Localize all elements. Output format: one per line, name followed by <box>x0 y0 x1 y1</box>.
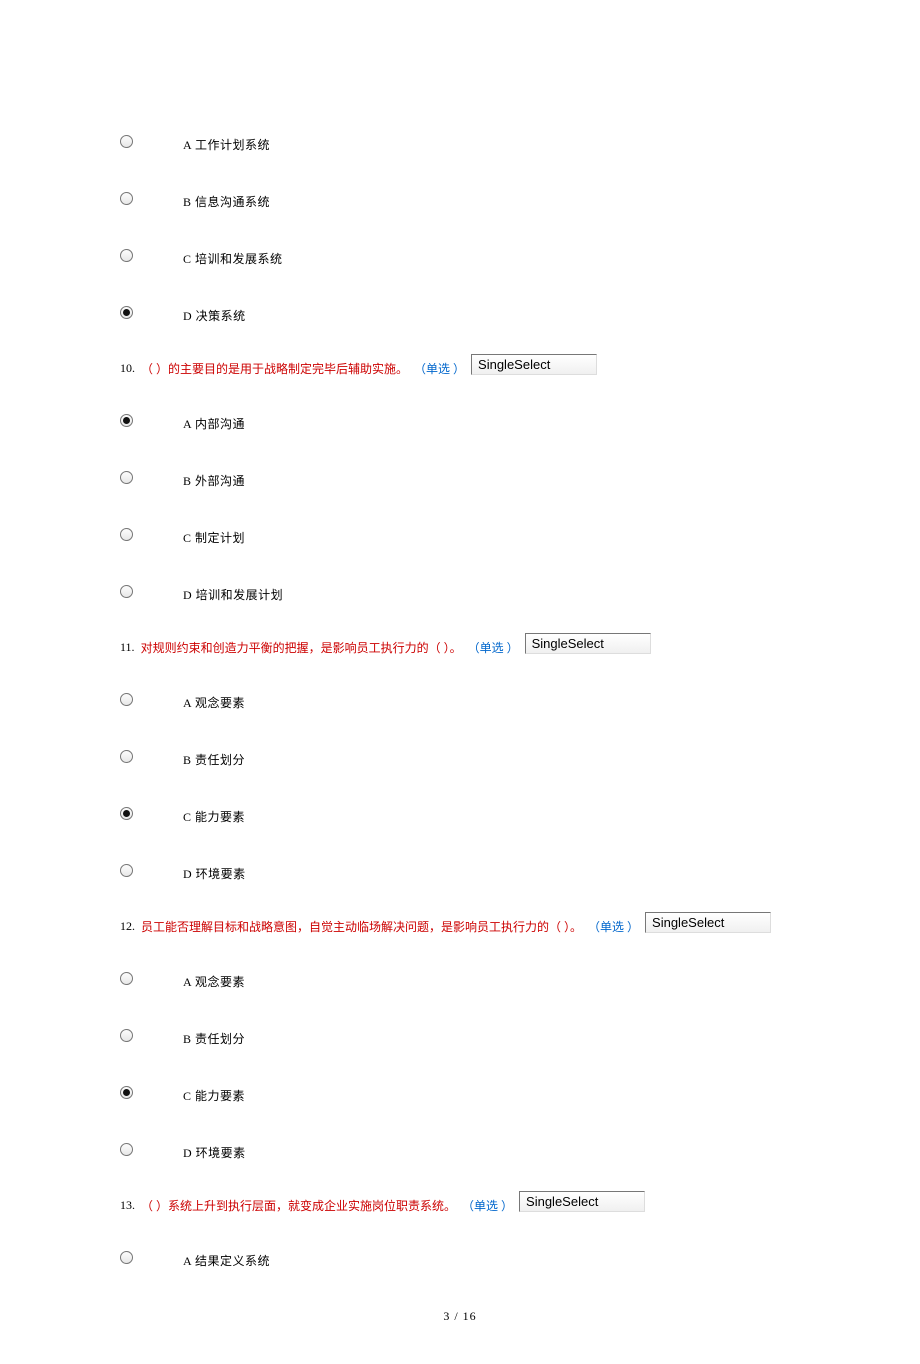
select-dropdown[interactable]: SingleSelect <box>525 633 651 654</box>
question-type: （单选 ） <box>414 360 465 377</box>
question-12: 12. 员工能否理解目标和战略意图，自觉主动临场解决问题，是影响员工执行力的（ … <box>120 916 800 937</box>
option-row: C 能力要素 <box>120 802 800 825</box>
option-row: D 决策系统 <box>120 301 800 324</box>
radio-button[interactable] <box>120 249 133 262</box>
radio-button[interactable] <box>120 585 133 598</box>
option-row: A 观念要素 <box>120 688 800 711</box>
question-11: 11. 对规则约束和创造力平衡的把握，是影响员工执行力的（ ）。 （单选 ） S… <box>120 637 800 658</box>
option-label: D 环境要素 <box>183 1138 246 1161</box>
option-label: A 工作计划系统 <box>183 130 270 153</box>
select-dropdown[interactable]: SingleSelect <box>471 354 597 375</box>
option-label: A 观念要素 <box>183 688 245 711</box>
option-row: D 环境要素 <box>120 1138 800 1161</box>
option-row: A 内部沟通 <box>120 409 800 432</box>
radio-button[interactable] <box>120 528 133 541</box>
option-row: A 观念要素 <box>120 967 800 990</box>
option-row: C 培训和发展系统 <box>120 244 800 267</box>
option-label: B 责任划分 <box>183 1024 245 1047</box>
option-row: C 制定计划 <box>120 523 800 546</box>
option-label: D 决策系统 <box>183 301 246 324</box>
option-label: D 环境要素 <box>183 859 246 882</box>
select-dropdown[interactable]: SingleSelect <box>645 912 771 933</box>
option-label: B 责任划分 <box>183 745 245 768</box>
radio-button[interactable] <box>120 864 133 877</box>
option-label: C 制定计划 <box>183 523 245 546</box>
option-label: C 能力要素 <box>183 1081 245 1104</box>
option-row: D 培训和发展计划 <box>120 580 800 603</box>
radio-button[interactable] <box>120 750 133 763</box>
option-label: A 结果定义系统 <box>183 1246 270 1269</box>
option-label: B 外部沟通 <box>183 466 245 489</box>
radio-button[interactable] <box>120 192 133 205</box>
option-label: A 内部沟通 <box>183 409 245 432</box>
option-row: B 责任划分 <box>120 745 800 768</box>
option-label: C 培训和发展系统 <box>183 244 283 267</box>
select-dropdown[interactable]: SingleSelect <box>519 1191 645 1212</box>
radio-button[interactable] <box>120 306 133 319</box>
question-type: （单选 ） <box>588 918 639 935</box>
radio-button[interactable] <box>120 972 133 985</box>
option-label: B 信息沟通系统 <box>183 187 270 210</box>
question-13: 13. （ ）系统上升到执行层面，就变成企业实施岗位职责系统。 （单选 ） Si… <box>120 1195 800 1216</box>
option-label: A 观念要素 <box>183 967 245 990</box>
page-footer: 3 / 16 <box>120 1309 800 1324</box>
option-row: B 责任划分 <box>120 1024 800 1047</box>
option-row: A 工作计划系统 <box>120 130 800 153</box>
question-text: 对规则约束和创造力平衡的把握，是影响员工执行力的（ ）。 <box>141 639 462 656</box>
question-type: （单选 ） <box>468 639 519 656</box>
radio-button[interactable] <box>120 135 133 148</box>
radio-button[interactable] <box>120 1086 133 1099</box>
question-number: 12. <box>120 919 135 934</box>
question-10: 10. （ ）的主要目的是用于战略制定完毕后辅助实施。 （单选 ） Single… <box>120 358 800 379</box>
question-number: 10. <box>120 361 135 376</box>
option-row: A 结果定义系统 <box>120 1246 800 1269</box>
option-row: B 信息沟通系统 <box>120 187 800 210</box>
radio-button[interactable] <box>120 1143 133 1156</box>
question-number: 13. <box>120 1198 135 1213</box>
page-content: A 工作计划系统 B 信息沟通系统 C 培训和发展系统 D 决策系统 10. （… <box>0 0 920 1364</box>
radio-button[interactable] <box>120 1029 133 1042</box>
question-text: 员工能否理解目标和战略意图，自觉主动临场解决问题，是影响员工执行力的（ ）。 <box>141 918 582 935</box>
radio-button[interactable] <box>120 693 133 706</box>
radio-button[interactable] <box>120 471 133 484</box>
question-text: （ ）的主要目的是用于战略制定完毕后辅助实施。 <box>141 360 408 377</box>
option-row: B 外部沟通 <box>120 466 800 489</box>
radio-button[interactable] <box>120 807 133 820</box>
option-label: C 能力要素 <box>183 802 245 825</box>
radio-button[interactable] <box>120 414 133 427</box>
question-number: 11. <box>120 640 135 655</box>
option-row: C 能力要素 <box>120 1081 800 1104</box>
radio-button[interactable] <box>120 1251 133 1264</box>
option-label: D 培训和发展计划 <box>183 580 283 603</box>
question-type: （单选 ） <box>462 1197 513 1214</box>
option-row: D 环境要素 <box>120 859 800 882</box>
question-text: （ ）系统上升到执行层面，就变成企业实施岗位职责系统。 <box>141 1197 456 1214</box>
